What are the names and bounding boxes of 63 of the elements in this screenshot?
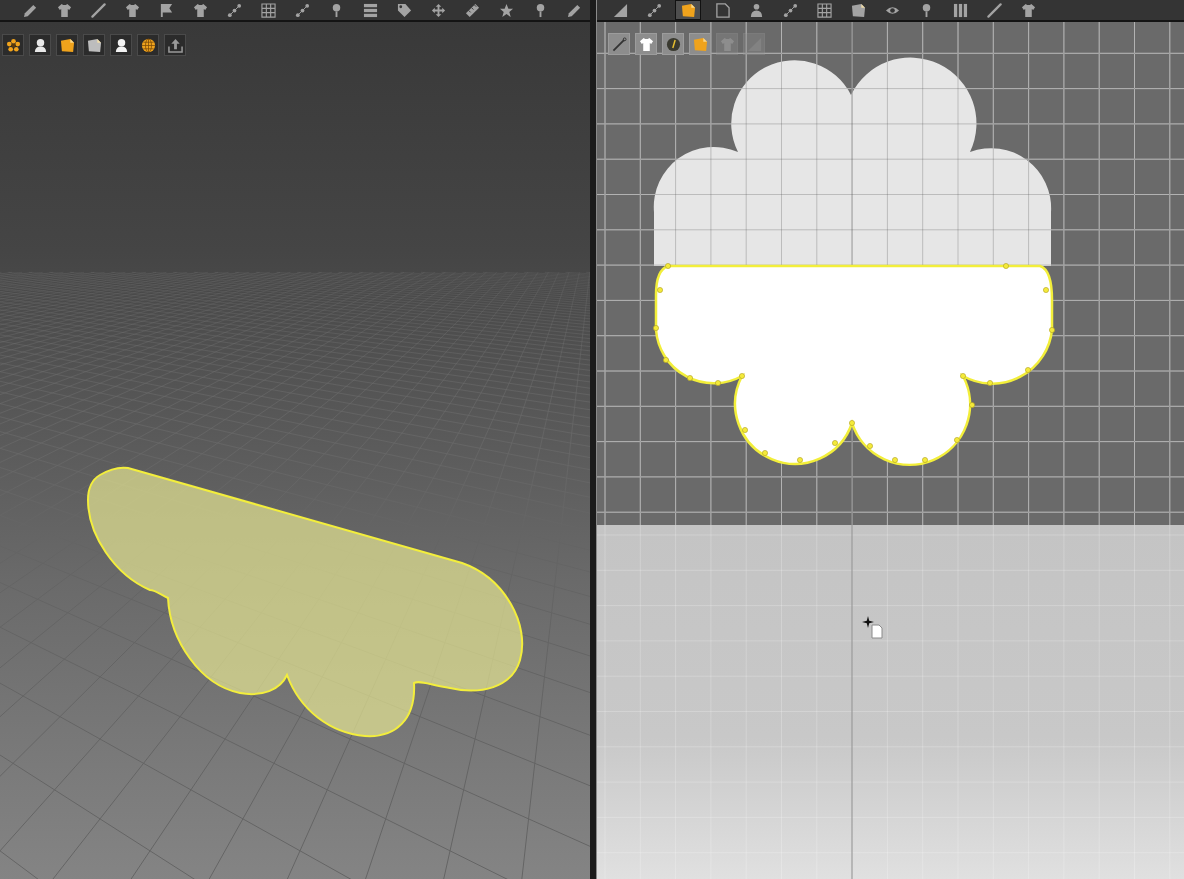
display-toggle-button[interactable]	[2, 34, 24, 56]
pattern-point[interactable]	[1025, 367, 1031, 373]
folded-sheet-icon	[680, 2, 696, 18]
avatar-icon	[32, 37, 48, 53]
dotted-line-icon	[226, 2, 242, 18]
display-toggle-button[interactable]	[662, 33, 684, 55]
display-toggle-button[interactable]	[164, 34, 186, 56]
dotted-line-icon	[294, 2, 310, 18]
pattern-point[interactable]	[987, 380, 993, 386]
pattern-point[interactable]	[954, 437, 960, 443]
diagonal-line-icon	[90, 2, 106, 18]
folded-sheet-icon	[59, 37, 75, 53]
display-toggle-button[interactable]	[29, 34, 51, 56]
disc-icon	[665, 36, 681, 52]
display-toggle-button[interactable]	[83, 34, 105, 56]
folded-sheet-icon	[86, 37, 102, 53]
folded-sheet-icon	[692, 36, 708, 52]
shirt-icon	[124, 2, 140, 18]
tool-button[interactable]	[675, 0, 701, 20]
folded-sheet-icon	[850, 2, 866, 18]
person-icon	[748, 2, 764, 18]
flag-icon	[158, 2, 174, 18]
shirt-icon	[638, 36, 654, 52]
dotted-line-icon	[782, 2, 798, 18]
pattern-piece[interactable]	[654, 264, 1054, 467]
pencil-icon	[22, 2, 38, 18]
display-toggle-button[interactable]	[56, 34, 78, 56]
diagonal-line-icon	[986, 2, 1002, 18]
pattern-point[interactable]	[1049, 327, 1055, 333]
triangle-icon	[612, 2, 628, 18]
document-icon	[714, 2, 730, 18]
display-toggle-button[interactable]	[137, 34, 159, 56]
pencil-icon	[566, 2, 582, 18]
upload-icon	[167, 37, 183, 53]
flower-icon	[5, 37, 21, 53]
display-toggle-button[interactable]	[635, 33, 657, 55]
needle-icon	[611, 36, 627, 52]
pattern-point[interactable]	[715, 380, 721, 386]
avatar-icon	[113, 37, 129, 53]
grid-icon	[816, 2, 832, 18]
garment-piece[interactable]	[87, 466, 524, 738]
tag-icon	[396, 2, 412, 18]
pattern-point[interactable]	[687, 375, 693, 381]
stack-icon	[362, 2, 378, 18]
pattern-point[interactable]	[969, 402, 975, 408]
pattern-point[interactable]	[653, 325, 659, 331]
shirt-icon	[1020, 2, 1036, 18]
dotted-line-icon	[646, 2, 662, 18]
star-icon	[498, 2, 514, 18]
globe-icon	[140, 37, 156, 53]
grid-icon	[260, 2, 276, 18]
pattern-point[interactable]	[663, 357, 669, 363]
shirt-icon	[192, 2, 208, 18]
shirt-icon	[719, 36, 735, 52]
four-arrows-icon	[430, 2, 446, 18]
shirt-icon	[56, 2, 72, 18]
bars-icon	[952, 2, 968, 18]
triangle-icon	[746, 36, 762, 52]
cursor-icon	[862, 616, 883, 639]
pattern-piece[interactable]	[653, 57, 1051, 266]
display-toggle-button[interactable]	[689, 33, 711, 55]
display-toggle-button[interactable]	[608, 33, 630, 55]
display-toggle-button[interactable]	[110, 34, 132, 56]
